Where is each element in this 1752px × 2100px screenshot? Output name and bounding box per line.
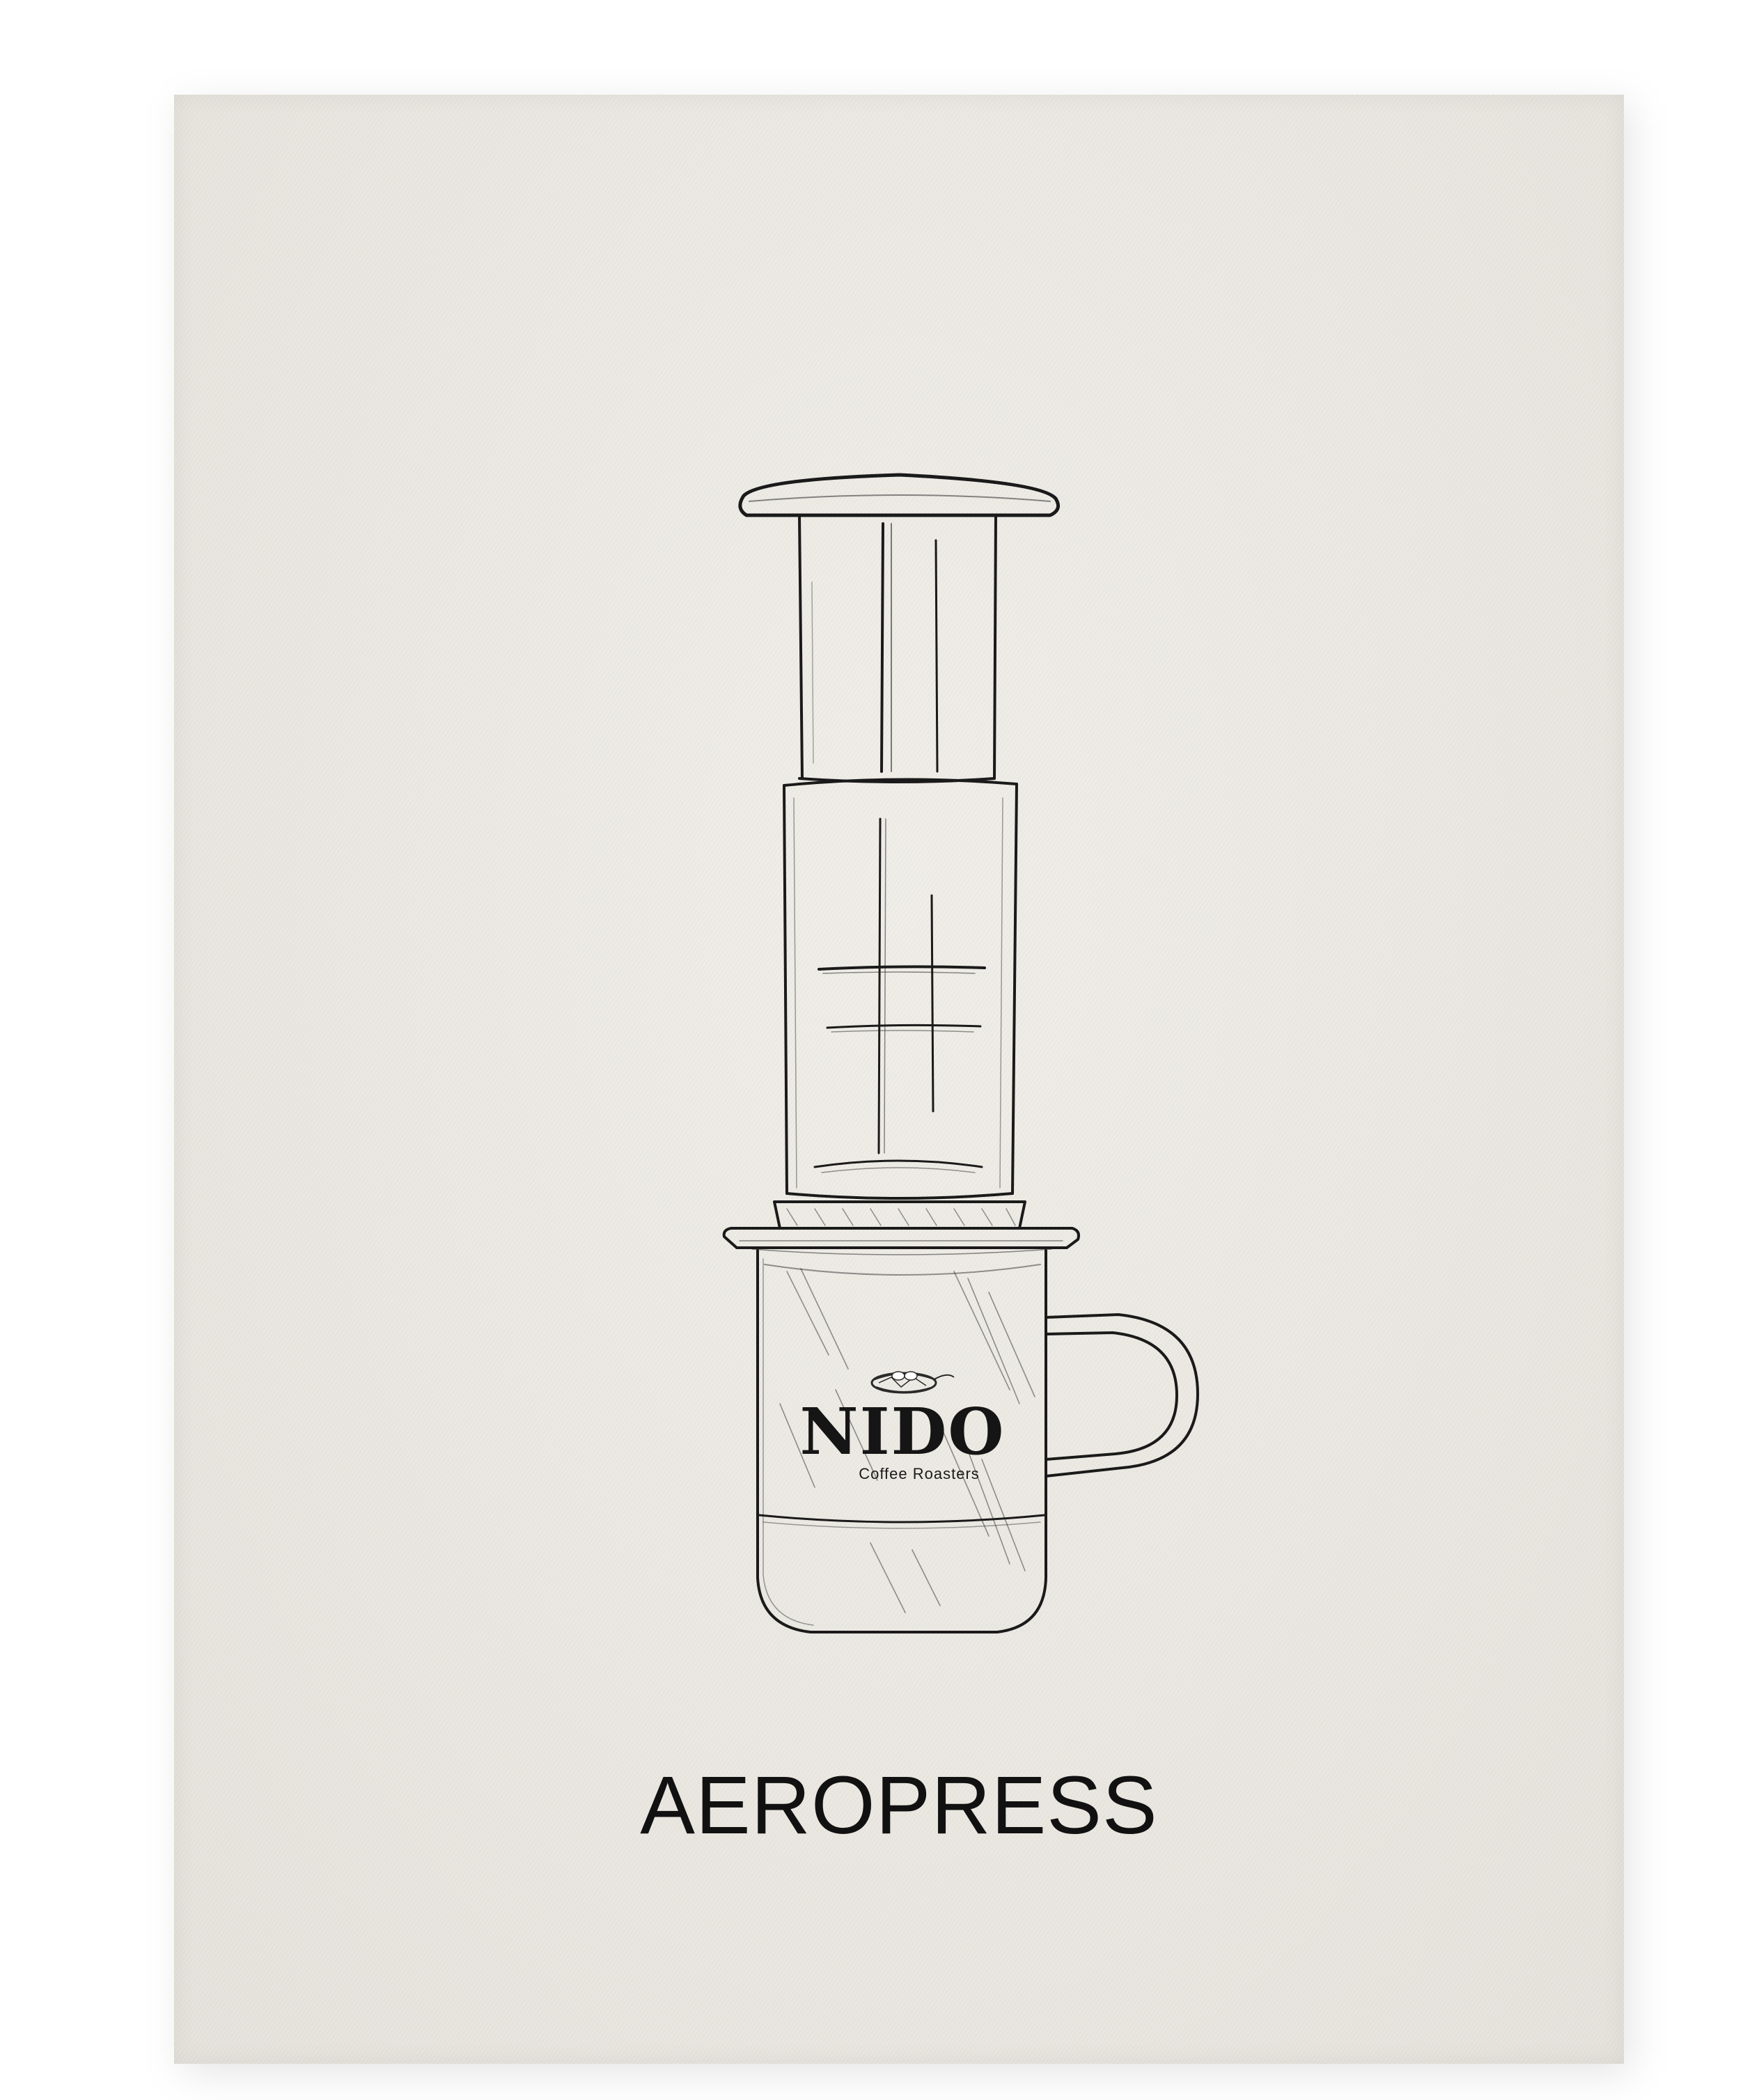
filter-cap [773,1200,1026,1230]
logo-tagline: Coffee Roasters [859,1465,980,1482]
product-title: AEROPRESS [640,1760,1158,1851]
flange-plate [722,1227,1080,1255]
plunger-cap [738,473,1061,517]
logo-brand: NIDO [799,1394,1005,1469]
plunger-tube [798,514,997,783]
nest-icon [870,1371,955,1394]
brew-chamber [783,778,1018,1200]
nido-logo: NIDO Coffee Roasters [799,1371,1005,1482]
tea-towel: NIDO Coffee Roasters AEROPRESS [174,95,1624,2064]
